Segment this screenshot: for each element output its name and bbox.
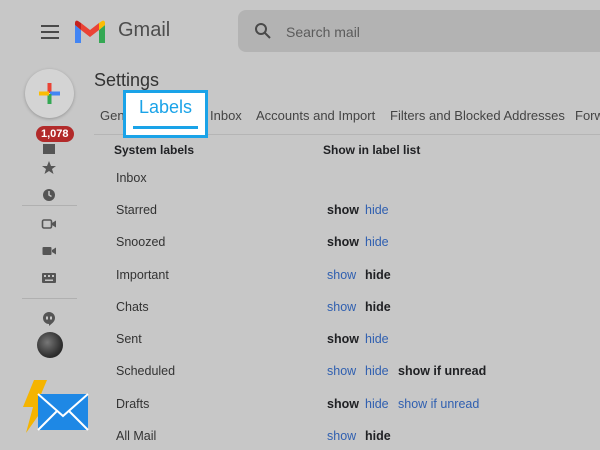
show-option: show bbox=[327, 203, 359, 217]
table-row: Starred show hide bbox=[0, 203, 600, 223]
table-row: Chats show hide bbox=[0, 300, 600, 320]
label-name: Scheduled bbox=[116, 364, 176, 378]
label-name: Drafts bbox=[116, 397, 150, 411]
tab-forwarding[interactable]: Forw bbox=[575, 108, 600, 123]
plus-icon bbox=[39, 83, 60, 104]
table-row: Important show hide bbox=[0, 268, 600, 288]
show-if-unread-option[interactable]: show if unread bbox=[398, 397, 479, 411]
table-row: All Mail show hide bbox=[0, 429, 600, 449]
label-name: Starred bbox=[116, 203, 157, 217]
search-input[interactable] bbox=[284, 21, 588, 43]
label-name: Inbox bbox=[116, 171, 147, 185]
main-menu-icon[interactable] bbox=[41, 25, 59, 39]
compose-button[interactable] bbox=[25, 69, 74, 118]
tab-filters-and-blocked-addresses[interactable]: Filters and Blocked Addresses bbox=[390, 108, 565, 123]
hide-option[interactable]: hide bbox=[365, 332, 389, 346]
table-row: Sent show hide bbox=[0, 332, 600, 352]
hide-option[interactable]: hide bbox=[365, 235, 389, 249]
hide-option: hide bbox=[365, 429, 391, 443]
gmail-wordmark: Gmail bbox=[118, 19, 171, 41]
hide-option[interactable]: hide bbox=[365, 364, 389, 378]
show-option[interactable]: show bbox=[327, 429, 356, 443]
tab-accounts-and-import[interactable]: Accounts and Import bbox=[256, 108, 375, 123]
tab-labels[interactable]: Labels bbox=[123, 90, 208, 138]
search-icon[interactable] bbox=[254, 22, 272, 40]
show-option: show bbox=[327, 332, 359, 346]
tab-labels-label: Labels bbox=[138, 97, 193, 117]
show-option: show bbox=[327, 397, 359, 411]
hide-option: hide bbox=[365, 300, 391, 314]
show-option[interactable]: show bbox=[327, 268, 356, 282]
show-option: show bbox=[327, 235, 359, 249]
hide-option[interactable]: hide bbox=[365, 203, 389, 217]
show-option[interactable]: show bbox=[327, 300, 356, 314]
show-in-label-list-header: Show in label list bbox=[323, 143, 421, 157]
tab-general[interactable]: Gen bbox=[100, 108, 125, 123]
unread-count-badge: 1,078 bbox=[36, 126, 74, 142]
search-bar[interactable] bbox=[238, 10, 600, 52]
tab-inbox[interactable]: Inbox bbox=[210, 108, 242, 123]
system-labels-header: System labels bbox=[114, 143, 195, 157]
table-row: Scheduled show hide show if unread bbox=[0, 364, 600, 384]
label-name: Important bbox=[116, 268, 169, 282]
table-row: Inbox bbox=[0, 171, 600, 191]
gmail-logo-icon bbox=[75, 20, 105, 43]
table-row: Drafts show hide show if unread bbox=[0, 397, 600, 417]
table-row: Snoozed show hide bbox=[0, 235, 600, 255]
label-name: Sent bbox=[116, 332, 142, 346]
active-tab-indicator bbox=[133, 126, 198, 129]
rail-divider bbox=[22, 298, 77, 299]
mail-app-icon bbox=[23, 380, 89, 433]
label-name: Snoozed bbox=[116, 235, 166, 249]
label-name: All Mail bbox=[116, 429, 157, 443]
show-if-unread-option: show if unread bbox=[398, 364, 487, 378]
page-title: Settings bbox=[94, 70, 160, 90]
hide-option: hide bbox=[365, 268, 391, 282]
inbox-icon[interactable] bbox=[40, 141, 58, 159]
label-name: Chats bbox=[116, 300, 149, 314]
hide-option[interactable]: hide bbox=[365, 397, 389, 411]
show-option[interactable]: show bbox=[327, 364, 356, 378]
